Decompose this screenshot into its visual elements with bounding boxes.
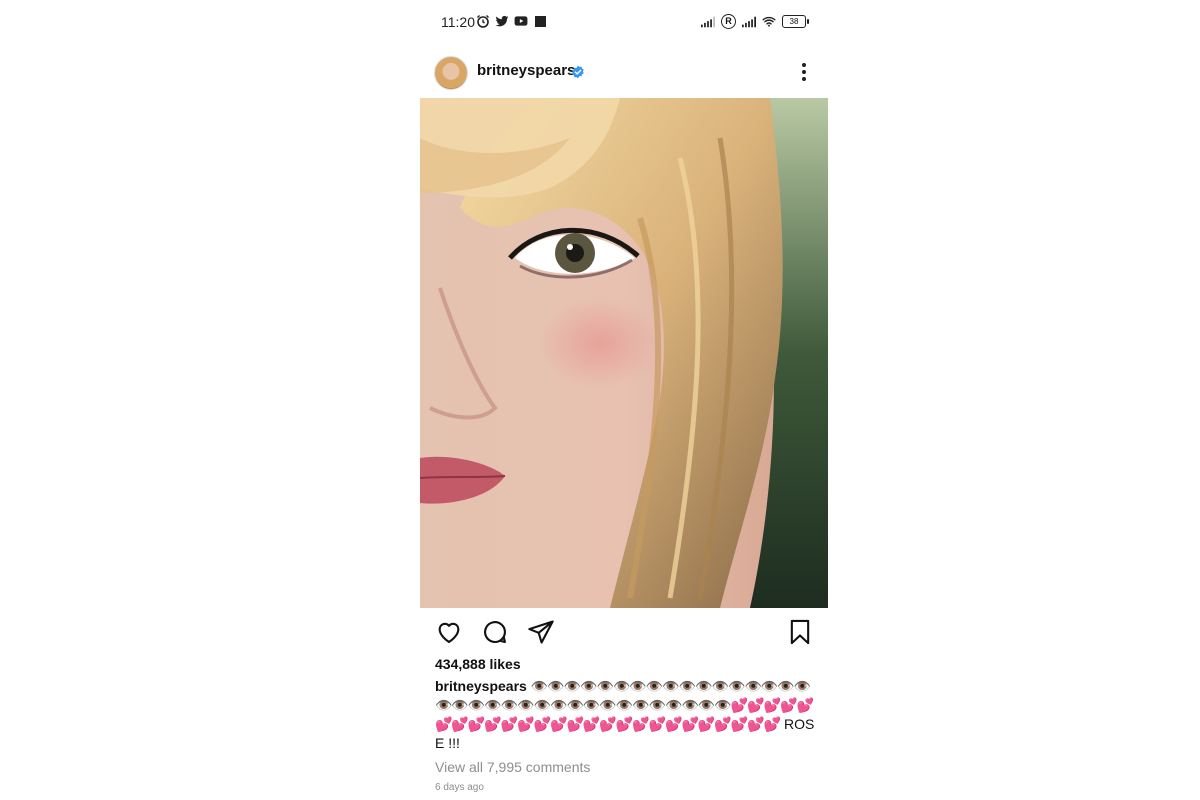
avatar[interactable] [434, 56, 468, 90]
caption-username[interactable]: britneyspears [435, 678, 527, 694]
status-bar: 11:20 R 38 [420, 0, 828, 44]
comment-icon[interactable] [481, 618, 509, 646]
likes-count[interactable]: 434,888 likes [435, 656, 521, 672]
status-right-icons: R 38 [701, 14, 809, 29]
like-heart-icon[interactable] [435, 618, 463, 646]
post-header: britneyspears [420, 50, 828, 94]
post-caption: britneyspears 👁️👁️👁️👁️👁️👁️👁️👁️👁️👁️👁️👁️👁️👁… [435, 677, 815, 753]
battery-icon: 38 [782, 15, 809, 28]
view-all-comments-link[interactable]: View all 7,995 comments [435, 759, 590, 775]
post-action-bar [420, 614, 828, 650]
post-timestamp: 6 days ago [435, 782, 484, 793]
youtube-icon [514, 14, 528, 28]
registered-icon: R [721, 14, 736, 29]
square-icon [533, 14, 547, 28]
post-username[interactable]: britneyspears [477, 62, 575, 79]
share-send-icon[interactable] [527, 618, 555, 646]
save-bookmark-icon[interactable] [786, 618, 814, 646]
post-photo[interactable] [420, 98, 828, 608]
twitter-icon [495, 14, 509, 28]
alarm-icon [476, 14, 490, 28]
signal-icon [742, 15, 756, 29]
more-options-icon[interactable] [794, 60, 814, 84]
signal-icon [701, 15, 715, 29]
instagram-post-screen: 11:20 R 38 britneyspears 434,888 likes b… [420, 0, 828, 800]
status-time: 11:20 [441, 14, 475, 30]
status-left-icons [476, 14, 547, 28]
wifi-icon [762, 15, 776, 29]
verified-badge-icon [571, 65, 585, 79]
